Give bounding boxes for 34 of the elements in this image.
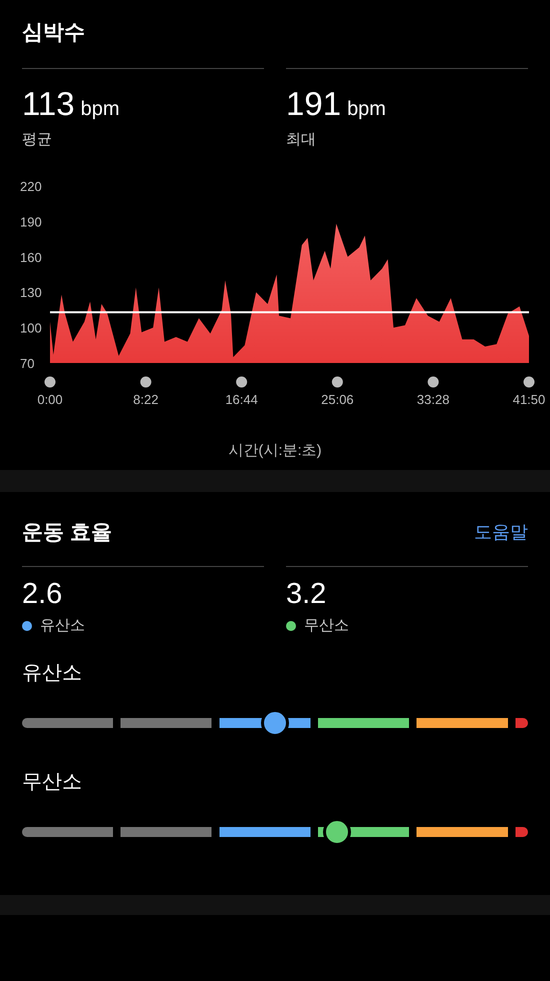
axis-label: 220 bbox=[20, 178, 42, 194]
tick-dot bbox=[428, 376, 439, 387]
stat-value: 191 bbox=[286, 85, 342, 123]
axis-label: 16:44 bbox=[225, 392, 258, 406]
axis-label: 25:06 bbox=[321, 392, 354, 406]
unit-label: bpm bbox=[347, 97, 386, 122]
stat-value: 2.6 bbox=[22, 576, 64, 610]
axis-label: 160 bbox=[20, 249, 42, 264]
tick-dot bbox=[236, 376, 248, 387]
axis-title: 시간(시:분:초) bbox=[228, 442, 322, 458]
axis-label: 100 bbox=[20, 320, 42, 336]
tick-dot bbox=[332, 376, 343, 387]
legend-label: 유산소 bbox=[40, 616, 85, 636]
section-title: 운동 효율 bbox=[22, 520, 112, 546]
tick-dot bbox=[524, 376, 534, 387]
axis-label: 130 bbox=[20, 284, 42, 300]
stat-label: 최대 bbox=[286, 130, 317, 150]
axis-label: 190 bbox=[20, 214, 42, 229]
section-title: 심박수 bbox=[22, 20, 86, 46]
tick-dot bbox=[44, 376, 56, 387]
tick-dot bbox=[140, 376, 152, 387]
axis-label: 8:22 bbox=[133, 392, 158, 406]
axis-label: 33:28 bbox=[416, 392, 450, 406]
stat-label: 평균 bbox=[22, 130, 53, 150]
stat-value: 3.2 bbox=[286, 576, 328, 610]
axis-label: 41:50 bbox=[512, 392, 546, 406]
help-link[interactable]: 도움말 bbox=[474, 519, 528, 546]
unit-label: bpm bbox=[80, 97, 120, 122]
axis-label: 70 bbox=[20, 356, 34, 370]
gauge-title: 유산소 bbox=[22, 661, 83, 686]
axis-label: 0:00 bbox=[37, 392, 63, 406]
gauge-title: 무산소 bbox=[22, 770, 83, 795]
legend-label: 무산소 bbox=[304, 616, 349, 636]
stat-value: 113 bbox=[22, 85, 75, 123]
